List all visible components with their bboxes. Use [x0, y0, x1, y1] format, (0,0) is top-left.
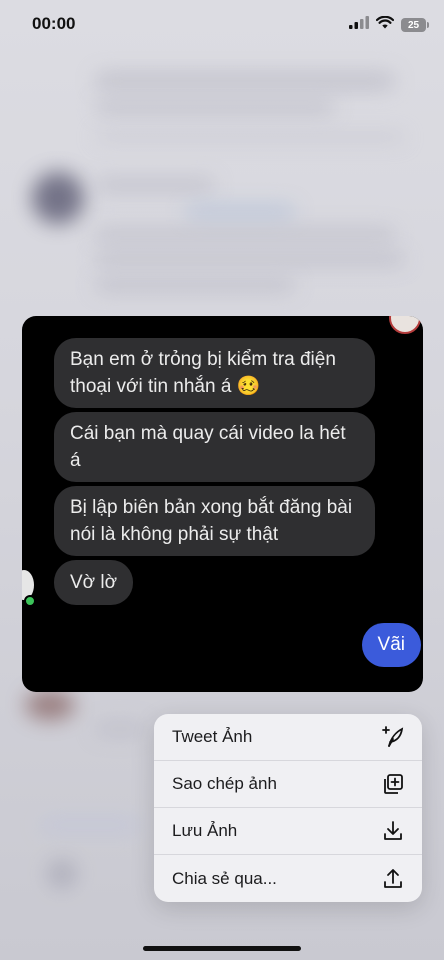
menu-item-tweet-image[interactable]: Tweet Ảnh — [154, 714, 422, 761]
signal-icon — [349, 16, 369, 34]
avatar — [389, 316, 421, 334]
tweet-add-icon — [382, 726, 404, 748]
message-bubble: Bạn em ở trỏng bị kiểm tra điện thoại vớ… — [54, 338, 375, 408]
context-menu: Tweet Ảnh Sao chép ảnh Lưu Ảnh Chia sẻ q… — [154, 714, 422, 902]
menu-item-label: Chia sẻ qua... — [172, 868, 277, 888]
battery-level: 25 — [407, 19, 420, 31]
menu-item-label: Sao chép ảnh — [172, 774, 277, 793]
message-text: Bạn em ở trỏng bị kiểm tra điện thoại vớ… — [70, 349, 336, 397]
online-status-dot — [24, 595, 36, 607]
status-time: 00:00 — [32, 14, 76, 33]
message-text: Vờ lờ — [70, 572, 118, 593]
message-bubble: Bị lập biên bản xong bắt đăng bài nói là… — [54, 486, 375, 556]
download-icon — [382, 820, 404, 842]
home-indicator[interactable] — [143, 946, 301, 951]
message-bubble: Vờ lờ — [54, 560, 134, 605]
share-icon — [382, 868, 404, 890]
menu-item-copy-image[interactable]: Sao chép ảnh — [154, 761, 422, 808]
reply-bubble: Vãi — [361, 623, 421, 667]
reply-text: Vãi — [377, 634, 405, 655]
menu-item-share-via[interactable]: Chia sẻ qua... — [154, 855, 422, 902]
copy-icon — [382, 773, 404, 795]
menu-item-label: Lưu Ảnh — [172, 821, 238, 840]
chat-screenshot-preview[interactable]: Bạn em ở trỏng bị kiểm tra điện thoại vớ… — [22, 316, 423, 692]
status-icons: 25 — [349, 15, 429, 34]
wifi-icon — [375, 15, 395, 34]
menu-item-save-image[interactable]: Lưu Ảnh — [154, 808, 422, 855]
message-text: Bị lập biên bản xong bắt đăng bài nói là… — [70, 497, 353, 545]
battery-icon: 25 — [401, 18, 429, 32]
message-text: Cái bạn mà quay cái video la hét á — [70, 423, 346, 471]
menu-item-label: Tweet Ảnh — [172, 727, 253, 746]
status-bar: 00:00 25 — [0, 0, 444, 52]
message-bubble: Cái bạn mà quay cái video la hét á — [54, 412, 375, 482]
